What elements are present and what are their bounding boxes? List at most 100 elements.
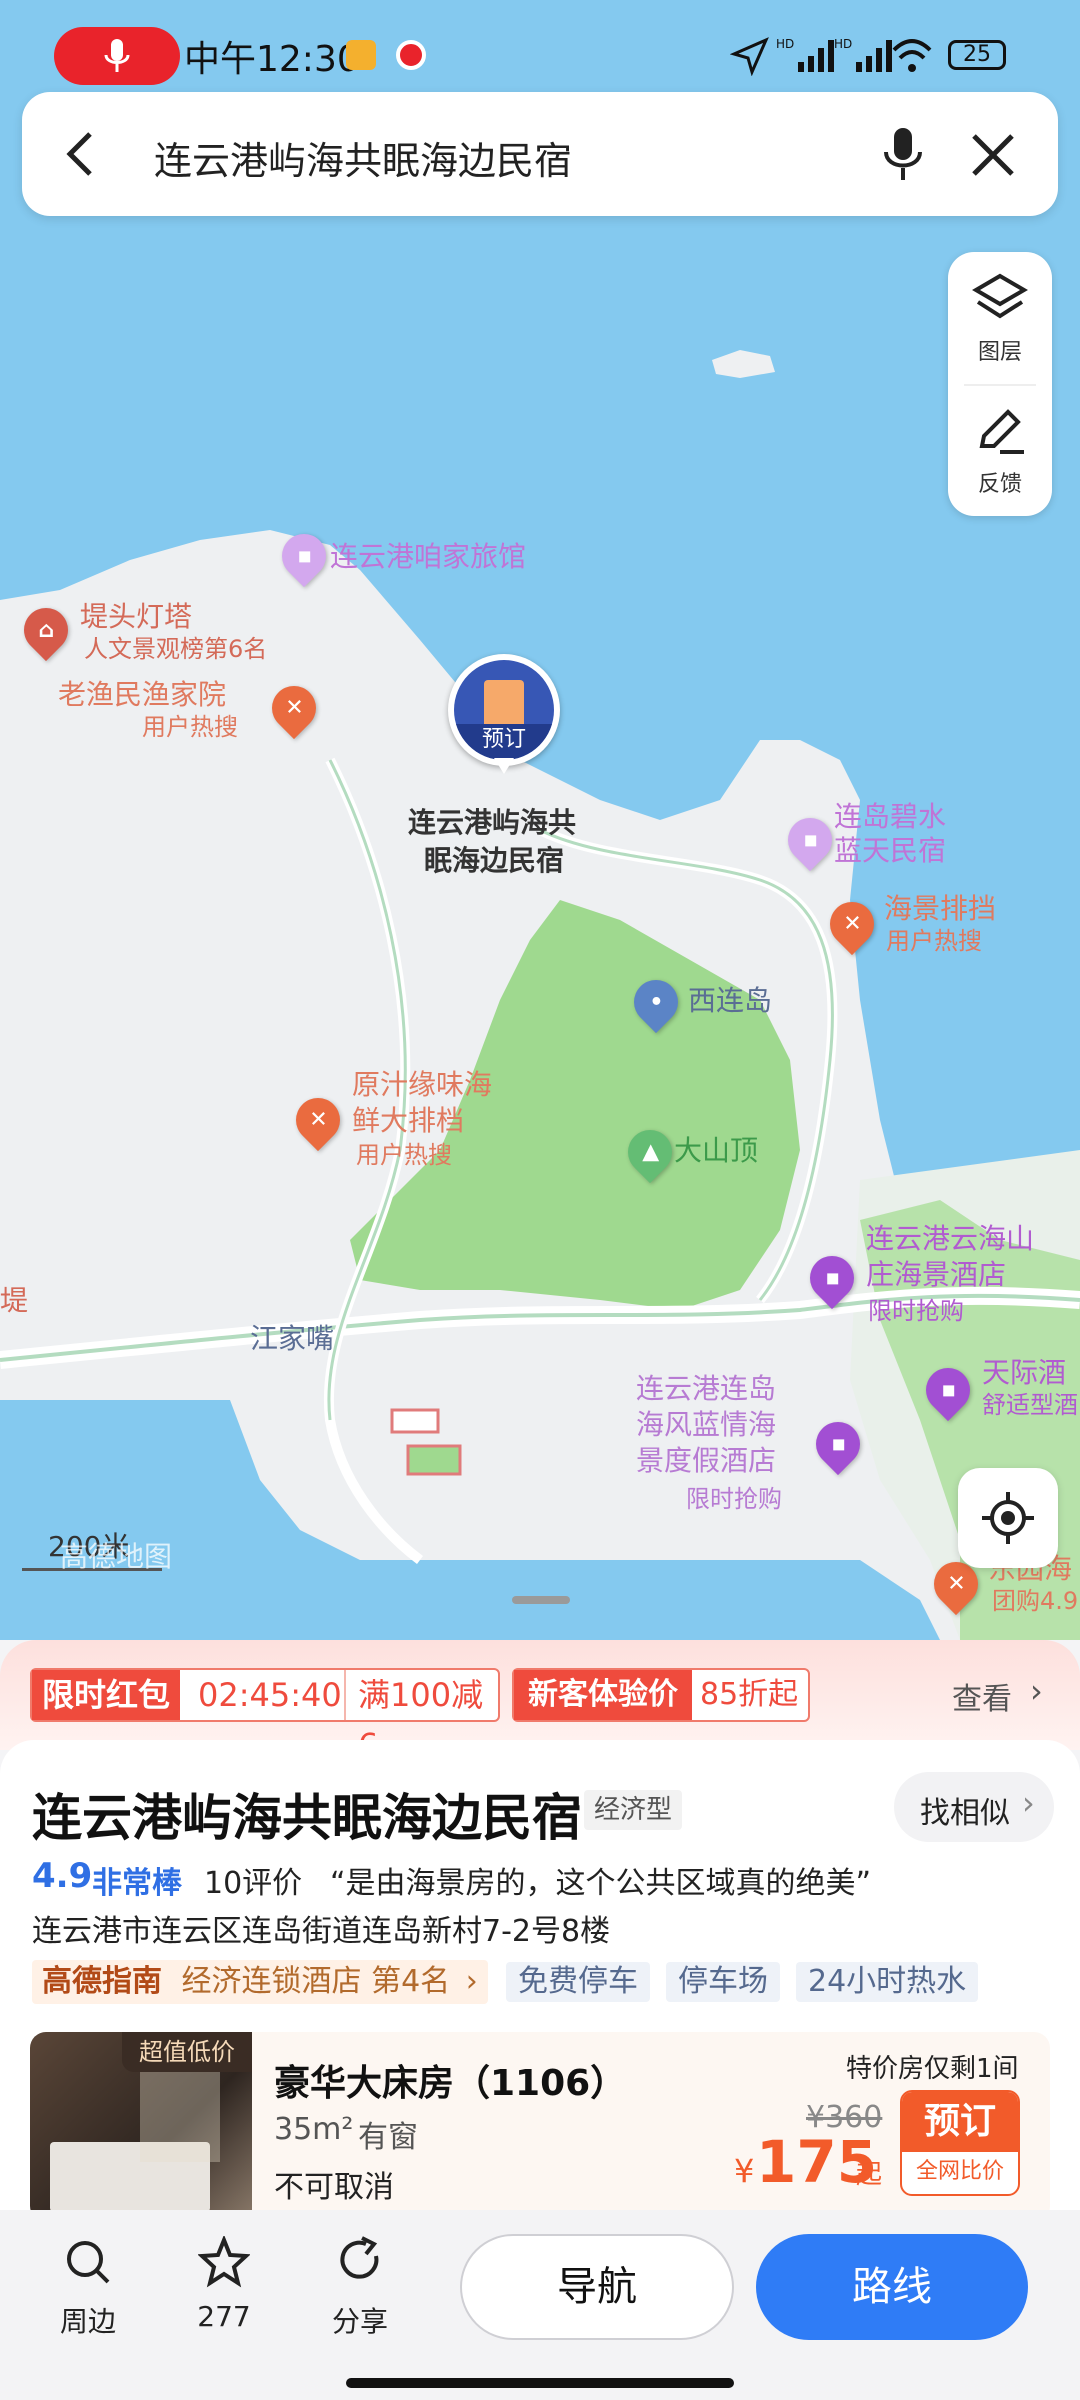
record-dot-icon	[396, 40, 426, 70]
location-arrow-icon	[730, 37, 769, 76]
poi-label[interactable]: 西连岛	[688, 984, 772, 1018]
clock: 中午12:30	[184, 39, 360, 80]
new-user-promo[interactable]: 新客体验价 85折起	[512, 1668, 810, 1722]
promo-tag: 限时红包	[32, 1670, 180, 1720]
type-badge: 经济型	[584, 1790, 683, 1830]
poi-label[interactable]: 连云港云海山	[866, 1222, 1034, 1256]
share-label: 分享	[331, 2305, 388, 2338]
poi-label[interactable]: 海风蓝情海	[636, 1408, 776, 1442]
poi-label[interactable]: 鲜大排档	[352, 1104, 464, 1138]
rating-score: 4.9	[32, 1856, 93, 1896]
poi-label[interactable]: 原汁缘味海	[352, 1068, 492, 1102]
star-icon	[198, 2236, 250, 2288]
poi-label[interactable]: 蓝天民宿	[834, 834, 946, 868]
poi-label[interactable]: 堤	[0, 1284, 28, 1318]
room-card[interactable]: 超值低价 豪华大床房（1106） 35m² 有窗 不可取消 特价房仅剩1间 ¥3…	[30, 2032, 1050, 2222]
chevron-right-icon: ›	[1022, 1784, 1035, 1822]
promo-discount: 满100减6	[358, 1676, 484, 1764]
guide-label: 高德指南	[42, 1964, 162, 1999]
crosshair-icon	[982, 1492, 1034, 1544]
room-area: 35m²	[274, 2112, 354, 2147]
search-input[interactable]: 连云港屿海共眠海边民宿	[154, 130, 572, 185]
remaining-rooms: 特价房仅剩1间	[846, 2054, 1019, 2084]
recording-indicator[interactable]	[54, 27, 180, 85]
rank-label: 经济连锁酒店 第4名	[181, 1964, 451, 1999]
address[interactable]: 连云港市连云区连岛街道连岛新村7-2号8楼	[32, 1906, 610, 1950]
book-label: 预订	[902, 2092, 1018, 2152]
guide-rank[interactable]: 高德指南 经济连锁酒店 第4名 ›	[32, 1960, 488, 2004]
find-similar-label: 找相似	[920, 1796, 1010, 1831]
nearby-label: 周边	[59, 2305, 116, 2338]
poi-label[interactable]: 天际酒	[982, 1356, 1066, 1390]
close-icon[interactable]	[970, 132, 1016, 178]
poi-sublabel: 用户热搜	[142, 713, 238, 741]
search-icon	[67, 2241, 110, 2284]
room-name: 豪华大床房（1106）	[274, 2063, 627, 2104]
favorite-count: 277	[197, 2300, 251, 2333]
drag-handle[interactable]	[512, 1596, 570, 1604]
poi-sublabel: 限时抢购	[868, 1297, 964, 1325]
poi-label[interactable]: 连云港咱家旅馆	[330, 540, 526, 574]
search-bar: 连云港屿海共眠海边民宿	[22, 92, 1058, 216]
poi-label[interactable]: 庄海景酒店	[866, 1258, 1006, 1292]
place-label[interactable]: 连云港屿海共	[408, 806, 576, 840]
layers-button[interactable]: 图层	[948, 252, 1052, 382]
poi-label[interactable]: 堤头灯塔	[80, 600, 192, 634]
selected-place-marker[interactable]: 预订	[448, 654, 560, 774]
back-icon[interactable]	[60, 128, 100, 180]
signal-icon: HD	[834, 37, 892, 72]
notification-icon	[346, 40, 376, 70]
newuser-off: 85折起	[700, 1677, 799, 1712]
book-badge: 预订	[454, 724, 554, 760]
poi-label[interactable]: 连云港连岛	[636, 1372, 776, 1406]
edit-icon	[979, 409, 1024, 454]
find-similar-button[interactable]: 找相似 ›	[894, 1772, 1054, 1842]
battery-icon: 25	[948, 40, 1006, 70]
share-icon	[340, 2236, 379, 2279]
place-label: 江家嘴	[250, 1322, 335, 1355]
compare-label: 全网比价	[915, 2159, 1004, 2184]
wifi-icon	[892, 39, 932, 72]
poi-sublabel: 用户热搜	[886, 927, 982, 955]
room-window: 有窗	[358, 2120, 418, 2155]
home-indicator[interactable]	[346, 2378, 734, 2388]
poi-sublabel: 用户热搜	[356, 1141, 452, 1169]
poi-sublabel: 限时抢购	[686, 1485, 782, 1513]
feedback-button[interactable]: 反馈	[948, 386, 1052, 516]
cancel-policy: 不可取消	[274, 2170, 394, 2205]
nearby-button[interactable]: 周边	[38, 2234, 138, 2354]
rating-word: 非常棒	[92, 1866, 182, 1901]
tag-chip: 免费停车	[506, 1962, 650, 2002]
map-tools: 图层 反馈	[948, 252, 1052, 516]
poi-sublabel: 人文景观榜第6名	[84, 635, 268, 663]
poi-label[interactable]: 大山顶	[674, 1134, 758, 1168]
deal-badge: 超值低价	[122, 2032, 252, 2072]
voice-search-icon[interactable]	[878, 124, 928, 184]
tag-chip: 停车场	[666, 1962, 780, 2002]
poi-label[interactable]: 老渔民渔家院	[58, 678, 226, 712]
book-button[interactable]: 预订 全网比价	[900, 2090, 1020, 2196]
feedback-label: 反馈	[977, 472, 1022, 497]
favorite-button[interactable]: 277	[174, 2234, 274, 2354]
chevron-right-icon: ›	[1030, 1672, 1043, 1710]
review-quote[interactable]: “是由海景房的，这个公共区域真的绝美”	[330, 1858, 871, 1902]
locate-me-button[interactable]	[958, 1468, 1058, 1568]
newuser-tag: 新客体验价	[514, 1670, 692, 1720]
chevron-right-icon: ›	[465, 1964, 478, 1999]
map-view[interactable]: ▪ 连云港咱家旅馆 ⌂ 堤头灯塔 人文景观榜第6名 老渔民渔家院 用户热搜 ✕ …	[0, 0, 1080, 1640]
route-button[interactable]: 路线	[756, 2234, 1028, 2340]
share-button[interactable]: 分享	[310, 2234, 410, 2354]
view-link[interactable]: 查看	[952, 1674, 1012, 1718]
promo-strip[interactable]: 限时红包 02:45:40 满100减6 新客体验价 85折起 查看 ›	[0, 1640, 1080, 1764]
poi-label[interactable]: 海景排挡	[884, 892, 996, 926]
layers-label: 图层	[977, 340, 1022, 365]
promo-countdown: 02:45:40	[198, 1676, 342, 1714]
poi-label[interactable]: 连岛碧水	[834, 800, 946, 834]
price-from: 起	[856, 2160, 883, 2190]
navigate-button[interactable]: 导航	[460, 2234, 734, 2340]
place-label[interactable]: 眠海边民宿	[424, 844, 564, 878]
red-packet-promo[interactable]: 限时红包 02:45:40 满100减6	[30, 1668, 500, 1764]
review-count[interactable]: 10评价	[204, 1858, 302, 1902]
poi-label[interactable]: 景度假酒店	[636, 1444, 776, 1478]
layers-icon	[972, 273, 1028, 319]
